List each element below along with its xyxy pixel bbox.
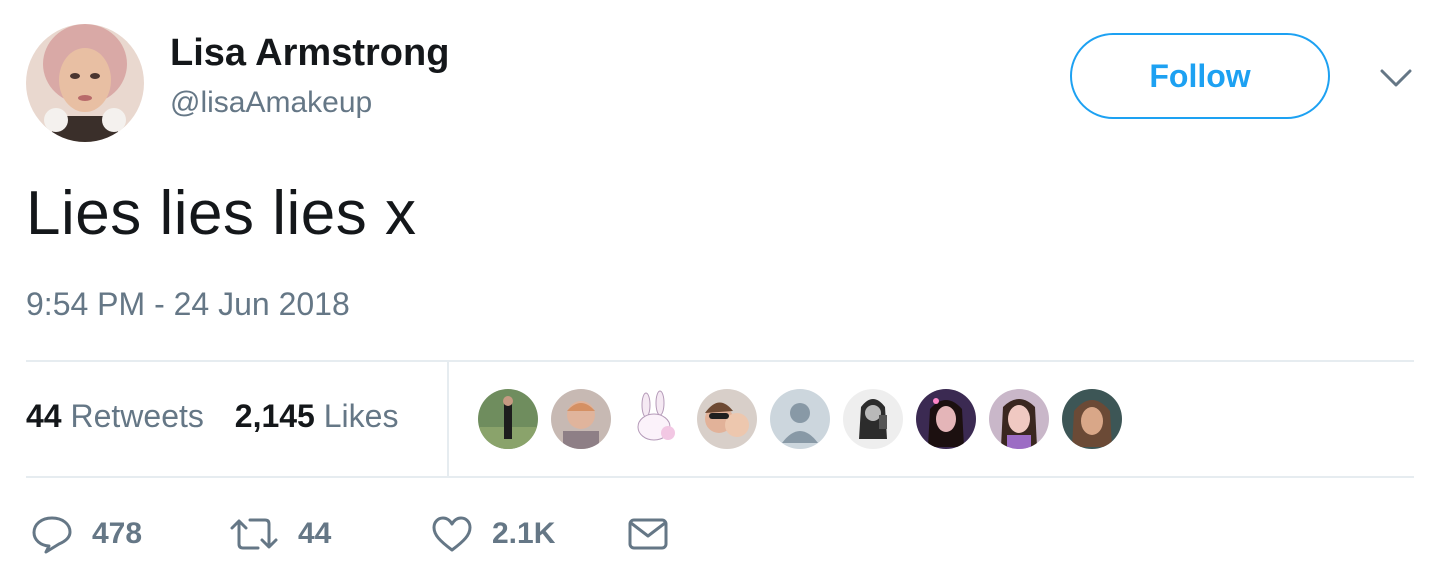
profile-photo-icon	[26, 24, 144, 142]
follow-button[interactable]: Follow	[1070, 33, 1330, 119]
retweets-count: 44	[26, 398, 62, 434]
liker-avatar[interactable]	[624, 389, 684, 449]
liker-avatar[interactable]	[697, 389, 757, 449]
likes-label: Likes	[323, 398, 399, 434]
retweets-stat[interactable]: 44 Retweets	[26, 398, 204, 434]
tweet-text: Lies lies lies x	[26, 179, 417, 248]
user-avatar-icon	[916, 389, 976, 449]
direct-message-button[interactable]	[626, 512, 670, 556]
more-options-button[interactable]	[1378, 66, 1414, 90]
liker-avatar[interactable]	[770, 389, 830, 449]
divider	[26, 360, 1414, 362]
user-avatar-icon	[989, 389, 1049, 449]
user-avatar-icon	[697, 389, 757, 449]
likes-count: 2,145	[234, 398, 315, 434]
user-avatar-icon	[843, 389, 903, 449]
stats-divider	[447, 362, 449, 476]
divider	[26, 476, 1414, 478]
like-button[interactable]: 2.1K	[430, 512, 555, 556]
heart-icon	[432, 516, 472, 552]
liker-avatar[interactable]	[989, 389, 1049, 449]
display-name[interactable]: Lisa Armstrong	[170, 32, 449, 75]
user-avatar-icon	[551, 389, 611, 449]
liker-avatars	[478, 389, 1135, 449]
tweet-card: Lisa Armstrong @lisaAmakeup Follow Lies …	[0, 0, 1440, 586]
user-handle[interactable]: @lisaAmakeup	[170, 86, 372, 120]
like-count: 2.1K	[492, 517, 556, 550]
liker-avatar[interactable]	[551, 389, 611, 449]
tweet-timestamp[interactable]: 9:54 PM - 24 Jun 2018	[26, 286, 350, 323]
bunny-avatar-icon	[624, 389, 684, 449]
liker-avatar[interactable]	[478, 389, 538, 449]
reply-icon	[32, 516, 72, 554]
retweet-icon	[230, 518, 278, 550]
chevron-down-icon	[1380, 69, 1412, 87]
reply-count: 478	[92, 517, 143, 550]
user-avatar-icon	[1062, 389, 1122, 449]
liker-avatar[interactable]	[1062, 389, 1122, 449]
retweets-label: Retweets	[70, 398, 204, 434]
retweet-count: 44	[298, 517, 332, 550]
envelope-icon	[628, 518, 668, 550]
profile-avatar[interactable]	[26, 24, 144, 142]
retweet-button[interactable]: 44	[228, 512, 331, 556]
liker-avatar[interactable]	[843, 389, 903, 449]
likes-stat[interactable]: 2,145 Likes	[235, 398, 399, 434]
default-avatar-icon	[770, 389, 830, 449]
reply-button[interactable]: 478	[30, 512, 142, 556]
liker-avatar[interactable]	[916, 389, 976, 449]
user-avatar-icon	[478, 389, 538, 449]
engagement-stats: 44 Retweets 2,145 Likes	[26, 398, 420, 435]
